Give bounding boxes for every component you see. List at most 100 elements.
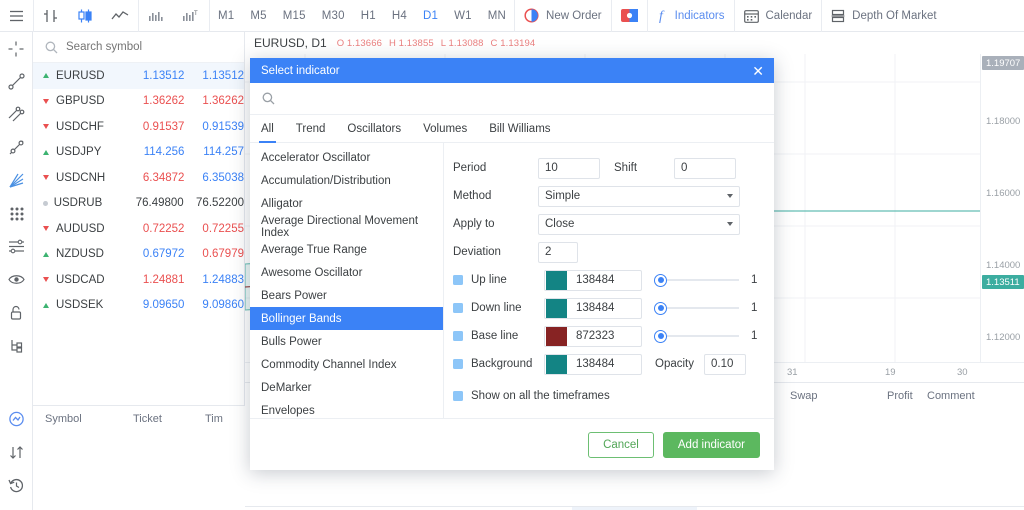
volume-bars-button[interactable] (139, 0, 173, 32)
search-input[interactable] (66, 41, 216, 53)
indicator-search-input[interactable] (284, 92, 704, 105)
indicator-list-item[interactable]: Commodity Channel Index (250, 353, 443, 376)
line-width-slider[interactable] (654, 273, 739, 287)
background-label: Background (471, 358, 533, 370)
line-color-field[interactable]: 138484 (544, 269, 642, 291)
timeframe-w1[interactable]: W1 (446, 0, 480, 32)
indicator-list-item[interactable]: Average True Range (250, 238, 443, 261)
indicator-list-item[interactable]: Awesome Oscillator (250, 261, 443, 284)
tab-trend[interactable]: Trend (296, 115, 326, 143)
show-all-timeframes-checkbox[interactable] (453, 391, 463, 401)
symbol-row[interactable]: USDCAD 1.24881 1.24883 (33, 267, 244, 293)
parallel-lines-tool-button[interactable] (0, 98, 33, 131)
line-width-slider[interactable] (654, 301, 739, 315)
price-axis[interactable]: 1.19707 1.18000 1.16000 1.14000 1.13511 … (980, 54, 1024, 362)
timeframe-h4[interactable]: H4 (384, 0, 415, 32)
ray-line-tool-button[interactable] (0, 131, 33, 164)
volume-ticks-button[interactable]: T (173, 0, 209, 32)
period-input[interactable] (538, 157, 600, 179)
tab-volumes[interactable]: Volumes (423, 115, 467, 143)
new-order-button[interactable]: New Order (515, 0, 611, 32)
method-select[interactable]: Simple (538, 185, 740, 207)
timeframe-m1[interactable]: M1 (210, 0, 242, 32)
line-visibility-checkbox[interactable] (453, 275, 463, 285)
line-color-field[interactable]: 872323 (544, 325, 642, 347)
chart-type-bars-button[interactable] (34, 0, 68, 32)
line-visibility-checkbox[interactable] (453, 303, 463, 313)
line-color-swatch[interactable] (546, 270, 567, 290)
symbol-row[interactable]: EURUSD 1.13512 1.13512 (33, 63, 244, 89)
close-icon[interactable]: ✕ (752, 64, 764, 78)
slider-knob[interactable] (654, 329, 667, 343)
indicator-list-item[interactable]: Accelerator Oscillator (250, 146, 443, 169)
tab-all[interactable]: All (259, 115, 276, 143)
add-indicator-button[interactable]: Add indicator (662, 431, 760, 458)
indicator-list-item[interactable]: Bears Power (250, 284, 443, 307)
symbol-row[interactable]: USDCHF 0.91537 0.91539 (33, 114, 244, 140)
function-f-icon: f (657, 8, 668, 23)
slider-track[interactable] (667, 307, 739, 309)
cancel-button[interactable]: Cancel (588, 431, 654, 458)
calendar-button[interactable]: Calendar (735, 0, 822, 32)
apply-to-select[interactable]: Close (538, 213, 740, 235)
background-color-field[interactable]: 138484 (544, 353, 642, 375)
slider-knob[interactable] (654, 273, 667, 287)
symbol-row[interactable]: USDRUB 76.49800 76.52200 (33, 191, 244, 217)
indicator-list-item[interactable]: Bollinger Bands (250, 307, 443, 330)
slider-track[interactable] (667, 279, 739, 281)
line-visibility-checkbox[interactable] (453, 331, 463, 341)
fibonacci-grid-tool-button[interactable] (0, 197, 33, 230)
line-width-slider[interactable] (654, 329, 739, 343)
timeframe-h1[interactable]: H1 (353, 0, 384, 32)
history-button[interactable] (0, 469, 33, 502)
indicator-list-item[interactable]: Average Directional Movement Index (250, 215, 443, 239)
opacity-input[interactable] (704, 353, 746, 375)
line-color-field[interactable]: 138484 (544, 297, 642, 319)
crosshair-tool-button[interactable] (0, 32, 33, 65)
tab-oscillators[interactable]: Oscillators (347, 115, 401, 143)
symbol-row[interactable]: USDJPY 114.256 114.257 (33, 140, 244, 166)
hamburger-menu-button[interactable] (0, 0, 33, 32)
visibility-toggle-button[interactable] (0, 263, 33, 296)
lock-button[interactable] (0, 296, 33, 329)
indicator-list-item[interactable]: Envelopes (250, 399, 443, 418)
symbol-ask: 9.09860 (202, 299, 244, 312)
tab-bill-williams[interactable]: Bill Williams (489, 115, 550, 143)
timeframe-m15[interactable]: M15 (275, 0, 314, 32)
background-color-swatch[interactable] (546, 354, 567, 374)
slider-knob[interactable] (654, 301, 667, 315)
indicator-list[interactable]: Accelerator Oscillator Accumulation/Distr… (250, 143, 444, 418)
shift-input[interactable] (674, 157, 736, 179)
timeframe-m30[interactable]: M30 (314, 0, 353, 32)
slider-track[interactable] (667, 335, 739, 337)
object-tree-button[interactable] (0, 329, 33, 362)
timeframe-d1[interactable]: D1 (415, 0, 446, 32)
indicator-list-item[interactable]: DeMarker (250, 376, 443, 399)
chart-type-candles-button[interactable] (68, 0, 102, 32)
symbol-bid: 1.13512 (142, 69, 185, 82)
line-color-swatch[interactable] (546, 298, 567, 318)
timeframe-m5[interactable]: M5 (242, 0, 274, 32)
indicator-list-item[interactable]: Alligator (250, 192, 443, 215)
symbol-row[interactable]: GBPUSD 1.36262 1.36262 (33, 89, 244, 115)
sort-arrows-button[interactable] (0, 436, 33, 469)
chart-bubble-button[interactable] (0, 403, 33, 436)
symbol-row[interactable]: USDSEK 9.09650 9.09860 (33, 293, 244, 319)
indicator-list-item[interactable]: Accumulation/Distribution (250, 169, 443, 192)
symbol-row[interactable]: USDCNH 6.34872 6.35038 (33, 165, 244, 191)
trend-line-tool-button[interactable] (0, 65, 33, 98)
indicators-button[interactable]: f Indicators (648, 0, 734, 32)
depth-of-market-button[interactable]: Depth Of Market (822, 0, 945, 32)
symbol-row[interactable]: NZDUSD 0.67972 0.67979 (33, 242, 244, 268)
timeframe-mn[interactable]: MN (480, 0, 514, 32)
levels-tool-button[interactable] (0, 230, 33, 263)
symbol-row[interactable]: AUDUSD 0.72252 0.72255 (33, 216, 244, 242)
line-color-swatch[interactable] (546, 326, 567, 346)
fibonacci-fan-tool-button[interactable] (0, 164, 33, 197)
deviation-input[interactable] (538, 241, 578, 263)
chart-type-line-button[interactable] (102, 0, 138, 32)
symbol-ask: 0.91539 (202, 120, 244, 133)
background-checkbox[interactable] (453, 359, 463, 369)
indicator-list-item[interactable]: Bulls Power (250, 330, 443, 353)
one-click-trading-button[interactable] (612, 0, 647, 32)
